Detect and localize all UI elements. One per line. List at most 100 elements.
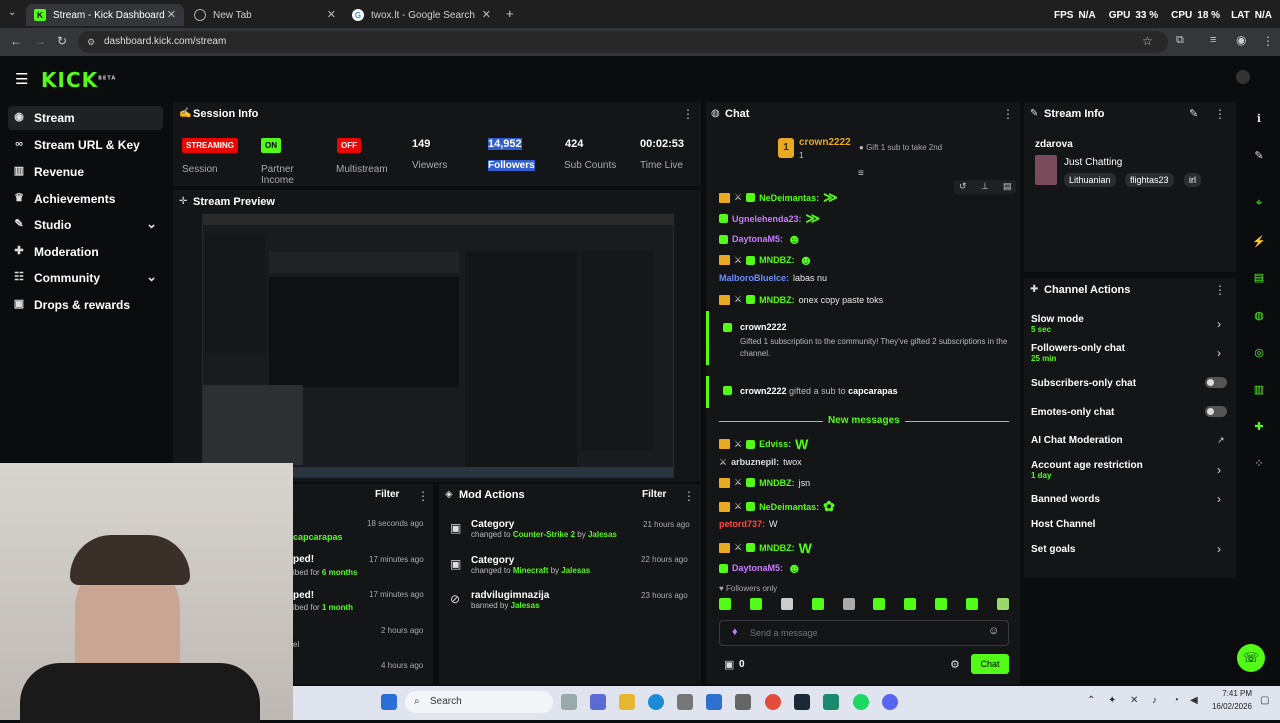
subscribers-only-toggle[interactable] xyxy=(1205,377,1227,388)
message-field[interactable] xyxy=(750,625,980,641)
chevron-down-icon[interactable]: ⌄ xyxy=(146,216,157,232)
support-chat-icon[interactable]: ☏ xyxy=(1237,644,1265,672)
microphone-tray-icon[interactable]: ♪ xyxy=(1152,695,1157,706)
steam-icon[interactable] xyxy=(794,694,810,710)
broadcast-icon[interactable]: ◎ xyxy=(1252,346,1266,359)
edit-icon[interactable]: ✎ xyxy=(1189,107,1198,120)
mail-icon[interactable] xyxy=(706,694,722,710)
emote-icon[interactable] xyxy=(719,598,731,610)
points-icon[interactable]: ▣ xyxy=(724,658,734,671)
tray-icon[interactable]: ✕ xyxy=(1130,695,1138,706)
close-tab-icon[interactable]: ✕ xyxy=(482,8,491,21)
store-icon[interactable] xyxy=(677,694,693,710)
mod-more-icon[interactable]: ⋮ xyxy=(683,489,695,503)
sidebar-item-achievements[interactable]: ♛ Achievements xyxy=(8,187,163,211)
emote-icon[interactable] xyxy=(904,598,917,610)
emotes-only-toggle[interactable] xyxy=(1205,406,1227,417)
collapse-icon[interactable]: ≡ xyxy=(858,168,864,179)
avatar[interactable] xyxy=(1236,70,1250,84)
extensions-icon[interactable]: ⧉ xyxy=(1176,34,1184,47)
action-account-age[interactable]: Account age restriction 1 day xyxy=(1031,460,1143,480)
emoji-icon[interactable]: ☺ xyxy=(988,625,999,637)
spotify-icon[interactable] xyxy=(853,694,869,710)
tray-chevron-icon[interactable]: ⌃ xyxy=(1087,695,1095,706)
pin-icon[interactable]: ⊥ xyxy=(981,181,989,192)
sidebar-item-revenue[interactable]: ▥ Revenue xyxy=(8,160,163,184)
action-followers-only[interactable]: Followers-only chat 25 min xyxy=(1031,343,1125,363)
reply-icon[interactable]: ↺ xyxy=(959,181,967,192)
sidebar-item-stream[interactable]: ◉ Stream xyxy=(8,106,163,130)
network-icon[interactable]: ◔ xyxy=(1173,695,1179,706)
chat-message[interactable]: petord737: W xyxy=(719,519,778,529)
action-host-channel[interactable]: Host Channel xyxy=(1031,519,1095,530)
sidebar-item-stream-url-key[interactable]: ∞ Stream URL & Key xyxy=(8,133,163,157)
dots-icon[interactable]: ⁘ xyxy=(1252,457,1266,470)
stream-info-more-icon[interactable]: ⋮ xyxy=(1214,107,1226,121)
chat-username[interactable]: NeDeimantas: xyxy=(759,193,819,203)
external-link-icon[interactable]: ↗ xyxy=(1217,435,1225,446)
chat-input[interactable]: ♦ ☺ xyxy=(719,620,1009,646)
app-icon-2[interactable] xyxy=(823,694,839,710)
emote-icon[interactable] xyxy=(935,598,948,610)
chat-username[interactable]: petord737: xyxy=(719,519,765,529)
chat-message[interactable]: MalboroBluelce: labas nu xyxy=(719,273,827,283)
chat-message[interactable]: Ugnelehenda23: ≫ xyxy=(719,210,820,227)
chat-message[interactable]: ⚔ MNDBZ: W xyxy=(719,540,812,556)
action-ai-moderation[interactable]: AI Chat Moderation xyxy=(1031,435,1123,446)
copilot-icon[interactable] xyxy=(590,694,606,710)
back-icon[interactable]: ← xyxy=(10,34,22,48)
action-emotes-only[interactable]: Emotes-only chat xyxy=(1031,407,1114,418)
site-info-icon[interactable]: ⚙ xyxy=(87,31,95,53)
start-icon[interactable] xyxy=(381,694,397,710)
chat-username[interactable]: DaytonaM5: xyxy=(732,563,783,573)
sidebar-item-moderation[interactable]: ✚ Moderation xyxy=(8,240,163,264)
chat-message[interactable]: ⚔ NeDeimantas: ≫ xyxy=(719,189,838,206)
tab-google-search[interactable]: G twox.lt - Google Search ✕ xyxy=(344,4,499,26)
bookmark-star-icon[interactable]: ☆ xyxy=(1142,34,1153,48)
chat-username[interactable]: MNDBZ: xyxy=(759,295,795,305)
chat-username[interactable]: DaytonaM5: xyxy=(732,234,783,244)
lightning-icon[interactable]: ⚡ xyxy=(1252,235,1266,248)
browser-menu-icon[interactable]: ⋮ xyxy=(1262,34,1274,48)
chat-message[interactable]: DaytonaM5: ☻ xyxy=(719,231,802,247)
emote-icon[interactable] xyxy=(966,598,978,610)
action-subscribers-only[interactable]: Subscribers-only chat xyxy=(1031,378,1136,389)
chevron-right-icon[interactable]: › xyxy=(1217,463,1221,477)
emote-icon[interactable] xyxy=(780,598,793,610)
emote-icon[interactable] xyxy=(842,598,855,610)
emote-icon[interactable] xyxy=(811,598,824,610)
chat-icon[interactable]: ◍ xyxy=(1252,309,1266,322)
chat-message[interactable]: DaytonaM5: ☻ xyxy=(719,560,802,576)
close-tab-icon[interactable]: ✕ xyxy=(327,8,336,21)
chat-message[interactable]: ⚔ MNDBZ: ☻ xyxy=(719,252,813,268)
microphone-icon[interactable]: ♦ xyxy=(732,626,738,638)
chevron-right-icon[interactable]: › xyxy=(1217,317,1221,331)
volume-icon[interactable]: ◀ xyxy=(1190,695,1198,706)
reading-list-icon[interactable]: ≡ xyxy=(1210,34,1216,46)
panel-icon[interactable]: ▥ xyxy=(1252,383,1266,396)
chat-settings-icon[interactable]: ⚙ xyxy=(950,658,960,671)
sidebar-item-studio[interactable]: ✎ Studio ⌄ xyxy=(8,213,163,237)
new-tab-icon[interactable]: + xyxy=(506,6,514,21)
chat-username[interactable]: Ugnelehenda23: xyxy=(732,214,802,224)
chat-username[interactable]: Edviss: xyxy=(759,439,791,449)
delete-icon[interactable]: ▤ xyxy=(1003,181,1012,192)
sidebar-item-community[interactable]: ☷ Community ⌄ xyxy=(8,266,163,290)
chevron-down-icon[interactable]: ⌄ xyxy=(146,269,157,285)
chevron-right-icon[interactable]: › xyxy=(1217,346,1221,360)
recent-more-icon[interactable]: ⋮ xyxy=(417,489,429,503)
tab-kick-dashboard[interactable]: K Stream - Kick Dashboard ✕ xyxy=(26,4,184,26)
chat-more-icon[interactable]: ⋮ xyxy=(1002,107,1014,121)
tray-icon[interactable]: ✦ xyxy=(1108,695,1116,706)
action-set-goals[interactable]: Set goals xyxy=(1031,544,1075,555)
channel-actions-more-icon[interactable]: ⋮ xyxy=(1214,283,1226,297)
profile-icon[interactable]: ◉ xyxy=(1236,33,1246,47)
task-view-icon[interactable] xyxy=(561,694,577,710)
url-input[interactable]: ⚙ dashboard.kick.com/stream xyxy=(78,31,1168,53)
edge-icon[interactable] xyxy=(648,694,664,710)
action-banned-words[interactable]: Banned words xyxy=(1031,494,1100,505)
file-explorer-icon[interactable] xyxy=(619,694,635,710)
kick-logo[interactable]: KICKBETA xyxy=(41,68,116,92)
chat-username[interactable]: arbuznepil: xyxy=(731,457,779,467)
chat-message[interactable]: ⚔ MNDBZ: jsn xyxy=(719,477,810,488)
